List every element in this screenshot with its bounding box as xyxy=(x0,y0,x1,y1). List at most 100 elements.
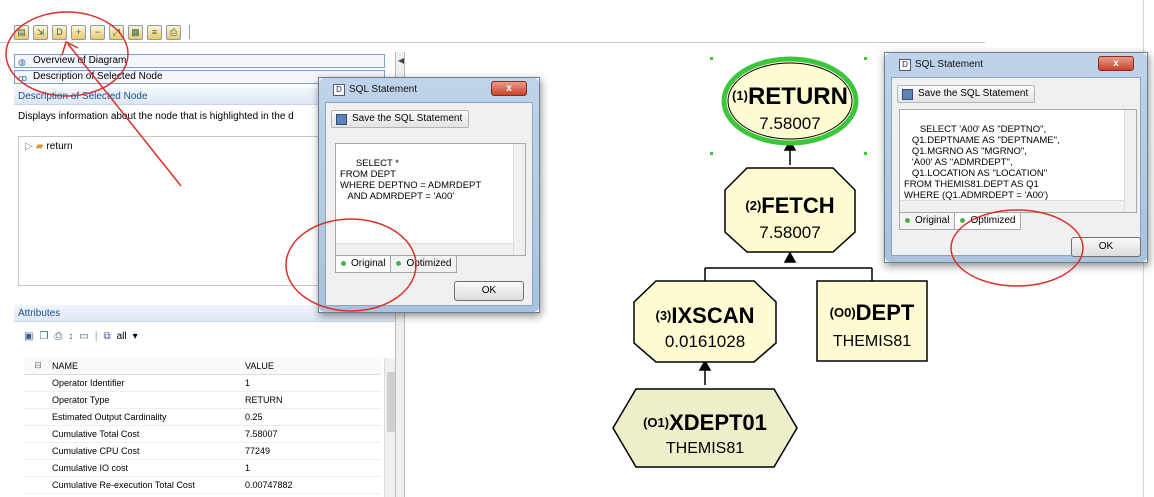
table-row[interactable]: Cumulative IO cost 1 xyxy=(24,459,381,477)
collapse-icon[interactable]: ⊟ xyxy=(24,358,50,375)
status-dot-icon xyxy=(960,217,966,223)
table-row[interactable]: Estimated Output Cardinality 0.25 xyxy=(24,408,381,426)
fit-icon[interactable]: ⤢ xyxy=(109,24,124,40)
value-column-header: VALUE xyxy=(243,358,381,375)
diagram-toolbar: ▤ ⇲ D + − ⤢ ▦ ≡ ⎙ xyxy=(14,22,190,42)
dialog-body: Save the SQL Statement SELECT * FROM DEP… xyxy=(325,102,533,306)
attr-name: Cumulative Re-execution Total Cost xyxy=(50,476,243,494)
attr-value: RETURN xyxy=(243,391,381,409)
collapse-left-icon[interactable]: ◀ xyxy=(398,56,404,65)
sql-tabs: Original Optimized xyxy=(335,256,458,273)
chevron-down-icon[interactable]: ▾ xyxy=(133,331,138,342)
ixscan-node-cost: 0.0161028 xyxy=(665,332,745,351)
document-icon: D xyxy=(899,59,911,71)
sql-text: SELECT * FROM DEPT WHERE DEPTNO = ADMRDE… xyxy=(340,158,482,202)
zoom-out-icon[interactable]: − xyxy=(90,24,105,40)
tree-icon[interactable]: ≡ xyxy=(147,24,162,40)
attr-value: 0.00747882 xyxy=(243,476,381,494)
print-icon[interactable]: ⎙ xyxy=(166,24,181,40)
tree-item-return[interactable]: ▷ ▰ return xyxy=(25,141,73,152)
attr-value: 0.25 xyxy=(243,408,381,426)
table-row[interactable]: Cumulative Re-execution Total Cost 0.0074… xyxy=(24,476,381,494)
horizontal-scrollbar[interactable] xyxy=(336,243,513,255)
xdept01-node-cost: THEMIS81 xyxy=(666,440,744,457)
dept-node-cost: THEMIS81 xyxy=(833,333,911,350)
node-tree: ▷ ▰ return xyxy=(18,136,328,286)
sql-dialog-optimized: D SQL Statement x Save the SQL Statement … xyxy=(884,52,1148,263)
layout-icon[interactable]: ▦ xyxy=(128,24,143,40)
attr-name: Cumulative CPU Cost xyxy=(50,442,243,460)
fetch-node-cost: 7.58007 xyxy=(759,223,820,242)
table-row[interactable]: Cumulative CPU Cost 77249 xyxy=(24,442,381,460)
fetch-node[interactable]: (2)FETCH 7.58007 xyxy=(724,167,856,253)
close-button[interactable]: x xyxy=(491,81,527,96)
table-row[interactable]: Operator Identifier 1 xyxy=(24,374,381,392)
horizontal-scrollbar[interactable] xyxy=(900,200,1124,212)
document-icon[interactable]: D xyxy=(52,24,67,40)
sql-text-area[interactable]: SELECT * FROM DEPT WHERE DEPTNO = ADMRDE… xyxy=(335,143,526,256)
table-header-row: ⊟ NAME VALUE xyxy=(24,358,381,375)
scrollbar-thumb[interactable] xyxy=(387,372,395,432)
tab-optimized[interactable]: Optimized xyxy=(390,256,458,273)
tab-original[interactable]: Original xyxy=(335,256,392,273)
ixscan-node[interactable]: (3)IXSCAN 0.0161028 xyxy=(633,280,777,363)
vertical-scrollbar[interactable] xyxy=(1124,110,1136,212)
overview-of-diagram-item[interactable]: ◍ Overview of Diagram xyxy=(14,54,385,68)
dialog-title: D SQL Statement xyxy=(333,84,417,96)
filter-label[interactable]: all xyxy=(117,331,127,342)
dept-node[interactable]: (O0)DEPT THEMIS81 xyxy=(816,280,928,362)
open-folder-icon[interactable]: ▤ xyxy=(14,24,29,40)
sort-az-icon[interactable]: ↕ xyxy=(68,331,73,342)
attr-name: Cumulative IO cost xyxy=(50,459,243,477)
attr-name: Estimated Output Cardinality xyxy=(50,408,243,426)
toolbar-separator xyxy=(189,25,190,39)
print-icon[interactable]: ⎙ xyxy=(54,331,62,342)
save-sql-button[interactable]: Save the SQL Statement xyxy=(331,110,470,128)
return-node[interactable]: (1)RETURN 7.58007 xyxy=(721,56,859,146)
close-button[interactable]: x xyxy=(1098,56,1134,71)
filter-icon[interactable]: ⧉ xyxy=(103,331,110,342)
sql-text: SELECT 'A00' AS "DEPTNO", Q1.DEPTNAME AS… xyxy=(904,124,1060,201)
description-text: Displays information about the node that… xyxy=(18,111,294,122)
nodes-icon: ꝏ xyxy=(18,73,28,83)
attr-value: 1 xyxy=(243,459,381,477)
zoom-in-icon[interactable]: + xyxy=(71,24,86,40)
attr-name: Cumulative Total Cost xyxy=(50,425,243,443)
attr-name: Operator Identifier xyxy=(50,374,243,392)
attr-name: Operator Type xyxy=(50,391,243,409)
status-dot-icon xyxy=(905,217,910,223)
toolbar-separator: | xyxy=(94,331,98,342)
comment-icon[interactable]: ▭ xyxy=(79,331,88,342)
globe-icon: ◍ xyxy=(18,57,26,67)
table-row[interactable]: Operator Type RETURN xyxy=(24,391,381,409)
xdept01-node[interactable]: (O1)XDEPT01 THEMIS81 xyxy=(612,388,798,468)
export-icon[interactable]: ⇲ xyxy=(33,24,48,40)
tab-original[interactable]: Original xyxy=(899,213,956,230)
status-dot-icon xyxy=(341,260,346,266)
floppy-icon xyxy=(336,114,347,125)
expand-arrow-icon[interactable]: ▷ xyxy=(25,141,33,152)
save-icon[interactable]: ▣ xyxy=(24,331,33,342)
sql-text-area[interactable]: SELECT 'A00' AS "DEPTNO", Q1.DEPTNAME AS… xyxy=(899,109,1137,213)
status-dot-icon xyxy=(396,260,402,266)
attributes-toolbar: ▣ ❐ ⎙ ↕ ▭ | ⧉ all ▾ xyxy=(24,331,138,342)
copy-icon[interactable]: ❐ xyxy=(39,331,48,342)
sql-dialog-original: D SQL Statement x Save the SQL Statement … xyxy=(318,77,540,313)
overview-label: Overview of Diagram xyxy=(33,55,127,66)
save-sql-button[interactable]: Save the SQL Statement xyxy=(897,85,1036,103)
ok-button[interactable]: OK xyxy=(1071,237,1141,257)
arrowhead xyxy=(783,251,797,263)
tab-optimized[interactable]: Optimized xyxy=(954,213,1022,230)
ok-button[interactable]: OK xyxy=(454,281,524,301)
toolbar-divider xyxy=(0,42,985,43)
description-item-label: Description of Selected Node xyxy=(33,71,163,82)
floppy-icon xyxy=(902,89,913,100)
attr-value: 7.58007 xyxy=(243,425,381,443)
table-row[interactable]: Cumulative Total Cost 7.58007 xyxy=(24,425,381,443)
tree-item-label: return xyxy=(46,141,73,152)
return-node-label: (1)RETURN xyxy=(732,83,848,110)
attr-value: 77249 xyxy=(243,442,381,460)
vertical-scrollbar[interactable] xyxy=(513,144,525,255)
dialog-title: D SQL Statement xyxy=(899,59,983,71)
dialog-body: Save the SQL Statement SELECT 'A00' AS "… xyxy=(891,77,1141,257)
